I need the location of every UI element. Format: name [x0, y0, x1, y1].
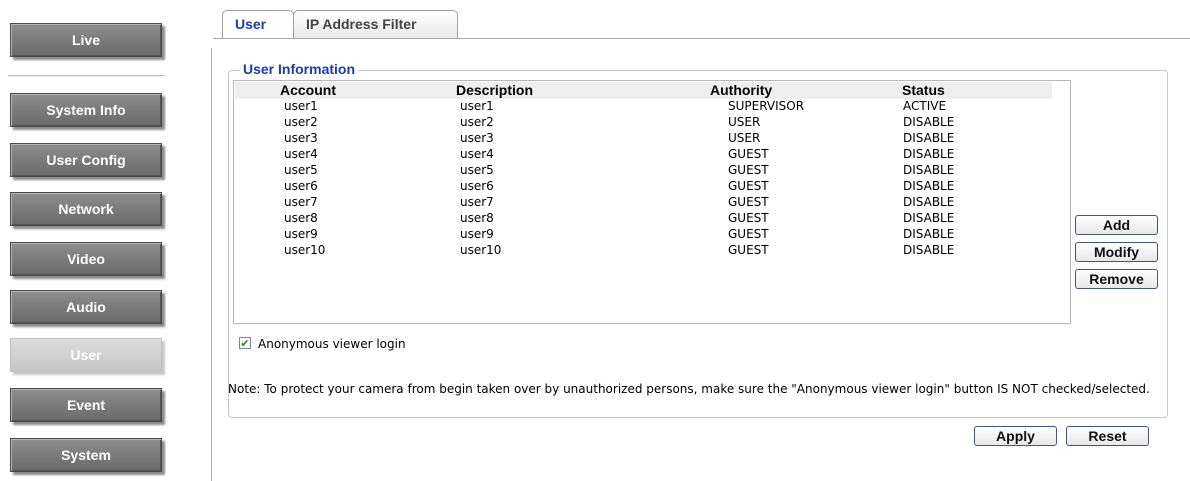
remove-button[interactable]: Remove: [1075, 269, 1158, 289]
status-cell: DISABLE: [903, 163, 955, 177]
description-cell: user5: [460, 163, 494, 177]
security-note: Note: To protect your camera from begin …: [228, 382, 1150, 396]
user-row[interactable]: user1 user1 SUPERVISOR ACTIVE: [234, 98, 1051, 114]
user-row[interactable]: user5 user5 GUEST DISABLE: [234, 162, 1051, 178]
account-cell: user3: [284, 131, 318, 145]
account-cell: user2: [284, 115, 318, 129]
checkmark-icon: ✔: [240, 336, 250, 350]
account-cell: user9: [284, 227, 318, 241]
user-row[interactable]: user9 user9 GUEST DISABLE: [234, 226, 1051, 242]
anonymous-login-label: Anonymous viewer login: [258, 337, 406, 351]
authority-cell: GUEST: [728, 163, 769, 177]
nav-video-button[interactable]: Video: [10, 242, 162, 276]
authority-cell: GUEST: [728, 243, 769, 257]
account-cell: user1: [284, 99, 318, 113]
nav-system-button[interactable]: System: [10, 438, 162, 472]
user-information-legend: User Information: [240, 61, 359, 77]
tab-baseline: [213, 38, 1190, 39]
tab-user[interactable]: User: [222, 10, 294, 38]
reset-button[interactable]: Reset: [1066, 426, 1149, 446]
user-list-header: Account Description Authority Status: [235, 82, 1052, 99]
status-cell: DISABLE: [903, 195, 955, 209]
status-cell: DISABLE: [903, 179, 955, 193]
apply-button[interactable]: Apply: [974, 426, 1057, 446]
column-header-account: Account: [280, 82, 336, 98]
description-cell: user9: [460, 227, 494, 241]
account-cell: user7: [284, 195, 318, 209]
authority-cell: GUEST: [728, 195, 769, 209]
account-cell: user6: [284, 179, 318, 193]
account-cell: user10: [284, 243, 326, 257]
nav-event-button[interactable]: Event: [10, 388, 162, 422]
authority-cell: USER: [728, 115, 761, 129]
user-row[interactable]: user2 user2 USER DISABLE: [234, 114, 1051, 130]
account-cell: user5: [284, 163, 318, 177]
status-cell: DISABLE: [903, 211, 955, 225]
column-header-authority: Authority: [710, 82, 773, 98]
nav-audio-button[interactable]: Audio: [10, 290, 162, 324]
authority-cell: GUEST: [728, 227, 769, 241]
status-cell: ACTIVE: [903, 99, 947, 113]
column-header-description: Description: [456, 82, 534, 98]
tab-ip-address-filter[interactable]: IP Address Filter: [293, 10, 458, 38]
description-cell: user4: [460, 147, 494, 161]
status-cell: DISABLE: [903, 131, 955, 145]
nav-system-info-button[interactable]: System Info: [10, 93, 162, 127]
column-header-status: Status: [902, 82, 945, 98]
status-cell: DISABLE: [903, 227, 955, 241]
authority-cell: GUEST: [728, 179, 769, 193]
account-cell: user8: [284, 211, 318, 225]
description-cell: user10: [460, 243, 502, 257]
sidebar-nav: Live System Info User Config Network Vid…: [0, 0, 175, 481]
description-cell: user7: [460, 195, 494, 209]
description-cell: user2: [460, 115, 494, 129]
user-row[interactable]: user8 user8 GUEST DISABLE: [234, 210, 1051, 226]
user-list[interactable]: Account Description Authority Status use…: [233, 80, 1071, 324]
modify-button[interactable]: Modify: [1075, 242, 1158, 262]
user-row[interactable]: user6 user6 GUEST DISABLE: [234, 178, 1051, 194]
status-cell: DISABLE: [903, 147, 955, 161]
account-cell: user4: [284, 147, 318, 161]
nav-live-button[interactable]: Live: [10, 23, 162, 57]
nav-network-button[interactable]: Network: [10, 192, 162, 226]
user-row[interactable]: user7 user7 GUEST DISABLE: [234, 194, 1051, 210]
authority-cell: SUPERVISOR: [728, 99, 805, 113]
authority-cell: GUEST: [728, 147, 769, 161]
user-row[interactable]: user4 user4 GUEST DISABLE: [234, 146, 1051, 162]
nav-user-config-button[interactable]: User Config: [10, 143, 162, 177]
user-row[interactable]: user3 user3 USER DISABLE: [234, 130, 1051, 146]
description-cell: user8: [460, 211, 494, 225]
description-cell: user1: [460, 99, 494, 113]
status-cell: DISABLE: [903, 243, 955, 257]
description-cell: user6: [460, 179, 494, 193]
sidebar-divider: [8, 75, 165, 77]
user-row[interactable]: user10 user10 GUEST DISABLE: [234, 242, 1051, 258]
add-button[interactable]: Add: [1075, 215, 1158, 235]
content-divider: [211, 48, 212, 481]
nav-user-button[interactable]: User: [10, 338, 162, 372]
status-cell: DISABLE: [903, 115, 955, 129]
description-cell: user3: [460, 131, 494, 145]
anonymous-login-checkbox[interactable]: ✔: [239, 337, 251, 349]
authority-cell: GUEST: [728, 211, 769, 225]
authority-cell: USER: [728, 131, 761, 145]
